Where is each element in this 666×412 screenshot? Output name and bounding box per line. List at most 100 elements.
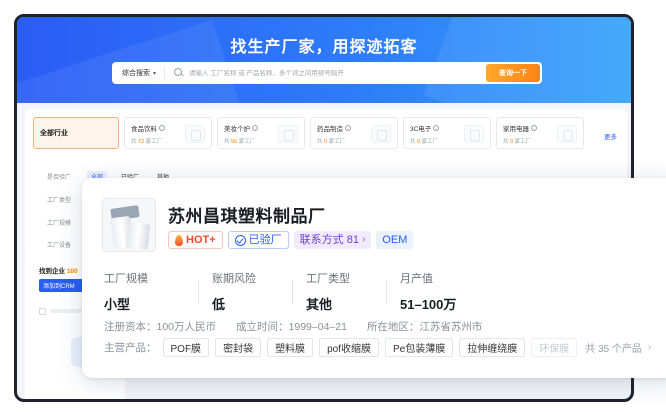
industry-count-suffix: 家工厂: [238, 139, 256, 145]
industry-card-pharma[interactable]: 药品制造 i 共 0 家工厂: [310, 117, 398, 149]
flame-icon: [175, 234, 183, 246]
industry-count-suffix: 家工厂: [421, 139, 439, 145]
cosmetic-icon: [278, 125, 298, 143]
product-count[interactable]: 共 35 个产品: [585, 340, 642, 355]
chevron-right-icon[interactable]: ›: [648, 342, 651, 353]
industry-card-food[interactable]: 食品饮料 i 共 72 家工厂: [124, 117, 212, 149]
filter-label: 是否验厂: [47, 175, 72, 181]
tv-icon: [557, 125, 577, 143]
stat-output: 月产值 51–100万: [386, 270, 480, 313]
search-icon: [173, 67, 185, 79]
registered-capital: 注册资本：100万人民币: [104, 321, 217, 333]
product-thumbnail: [102, 198, 156, 252]
industry-count: 0: [324, 139, 328, 145]
contact-button[interactable]: 联系方式 81 ›: [293, 231, 372, 249]
film-roll-shape: [125, 221, 151, 251]
industry-all-card[interactable]: 全部行业: [33, 117, 119, 149]
industry-count: 56: [231, 139, 238, 145]
industry-name: 3C电子: [410, 126, 432, 133]
industry-name: 家用电器: [503, 126, 529, 133]
filter-row-type: 工厂类型: [47, 195, 77, 204]
search-button[interactable]: 查询一下: [486, 64, 540, 82]
stat-value: 51–100万: [400, 297, 457, 312]
stat-label: 账期风险: [212, 273, 256, 285]
industry-count-suffix: 家工厂: [514, 139, 532, 145]
industry-name: 食品饮料: [131, 126, 157, 133]
industry-count-prefix: 共: [410, 139, 416, 145]
industry-count: 72: [138, 139, 145, 145]
hot-badge-label: HOT+: [186, 234, 216, 246]
stat-type: 工厂类型 其他: [292, 270, 386, 313]
info-icon: i: [531, 125, 537, 131]
filter-row-scale: 工厂规模: [47, 218, 77, 227]
products-label: 主营产品：: [104, 342, 157, 354]
industry-count: 0: [510, 139, 514, 145]
product-chip[interactable]: 密封袋: [215, 338, 262, 357]
info-icon: i: [159, 125, 165, 131]
industry-count-suffix: 家工厂: [328, 139, 346, 145]
info-icon: i: [345, 125, 351, 131]
industry-all-label: 全部行业: [40, 130, 68, 137]
info-icon: i: [433, 125, 440, 131]
industry-count-prefix: 共: [317, 139, 323, 145]
filter-label: 工厂设备: [47, 243, 72, 249]
industry-list: 全部行业 食品饮料 i 共 72 家工厂 美妆个护 i 共 56 家工厂 药品制造 i…: [33, 117, 584, 149]
product-chip[interactable]: POF膜: [162, 338, 210, 357]
filter-label: 工厂类型: [47, 198, 72, 204]
stat-label: 月产值: [400, 273, 433, 285]
results-count: 找到企业 100: [39, 265, 78, 275]
pill-icon: [371, 125, 391, 143]
stat-scale: 工厂规模 小型: [104, 270, 198, 313]
chevron-down-icon: ▾: [153, 70, 157, 77]
filter-row-equipment: 工厂设备: [47, 240, 77, 249]
stat-label: 工厂类型: [306, 273, 350, 285]
product-chip[interactable]: 环保膜: [531, 338, 578, 357]
search-input[interactable]: [185, 69, 486, 77]
headphones-icon: [464, 125, 484, 143]
check-circle-icon: [234, 234, 246, 246]
stat-risk: 账期风险 低: [198, 270, 292, 313]
verified-badge-label: 已验厂: [248, 234, 282, 246]
industry-count-prefix: 共: [224, 139, 230, 145]
chevron-right-icon: ›: [361, 234, 366, 245]
tag-row: HOT+ 已验厂 联系方式 81 › OEM: [168, 231, 414, 249]
industry-count-suffix: 家工厂: [145, 139, 163, 145]
stat-label: 工厂规模: [104, 273, 148, 285]
hot-badge: HOT+: [168, 231, 223, 249]
factory-card[interactable]: 苏州昌琪塑料制品厂 HOT+ 已验厂 联系方式 81 › OEM 工厂规模 小型…: [82, 178, 666, 378]
industry-card-3c[interactable]: 3C电子 i 共 0 家工厂: [403, 117, 491, 149]
industry-name: 药品制造: [317, 126, 343, 133]
region: 所在地区：江苏省苏州市: [366, 321, 483, 333]
search-type-select[interactable]: 综合搜索 ▾: [112, 67, 166, 79]
company-name[interactable]: 苏州昌琪塑料制品厂: [168, 202, 326, 227]
product-chip[interactable]: pof收缩膜: [319, 338, 379, 357]
info-icon: i: [252, 125, 258, 131]
industry-count-prefix: 共: [131, 139, 137, 145]
products-row: 主营产品： POF膜 密封袋 塑料膜 pof收缩膜 Pe包装薄膜 拉伸缠绕膜 环…: [104, 338, 664, 357]
industry-card-appliance[interactable]: 家用电器 i 共 0 家工厂: [496, 117, 584, 149]
hero-title: 找生产厂家，用探迹拓客: [230, 39, 418, 56]
product-chip[interactable]: 拉伸缠绕膜: [459, 338, 526, 357]
hero-banner: 找生产厂家，用探迹拓客 综合搜索 ▾ 查询一下: [17, 17, 631, 103]
product-chip[interactable]: 塑料膜: [267, 338, 314, 357]
industry-count: 0: [417, 139, 421, 145]
filter-label: 工厂规模: [47, 221, 72, 227]
industry-count-prefix: 共: [503, 139, 509, 145]
search-bar: 综合搜索 ▾ 查询一下: [112, 62, 542, 84]
results-count-value: 100: [66, 268, 78, 275]
verified-badge: 已验厂: [227, 231, 289, 249]
oem-badge: OEM: [376, 231, 414, 249]
product-chip[interactable]: Pe包装薄膜: [384, 338, 454, 357]
industry-name: 美妆个护: [224, 126, 250, 133]
founded-date: 成立时间：1999–04–21: [236, 321, 347, 333]
contact-label: 联系方式 81: [299, 234, 359, 246]
stat-value: 其他: [306, 297, 333, 312]
row-checkbox[interactable]: [39, 307, 46, 315]
stat-value: 低: [212, 297, 226, 312]
stats-row: 工厂规模 小型 账期风险 低 工厂类型 其他 月产值 51–100万: [104, 270, 480, 313]
meta-row: 注册资本：100万人民币 成立时间：1999–04–21 所在地区：江苏省苏州市: [104, 319, 482, 334]
bottle-icon: [185, 125, 205, 143]
industry-card-beauty[interactable]: 美妆个护 i 共 56 家工厂: [217, 117, 305, 149]
more-industries-link[interactable]: 更多: [604, 131, 617, 141]
search-type-label: 综合搜索: [122, 70, 150, 77]
